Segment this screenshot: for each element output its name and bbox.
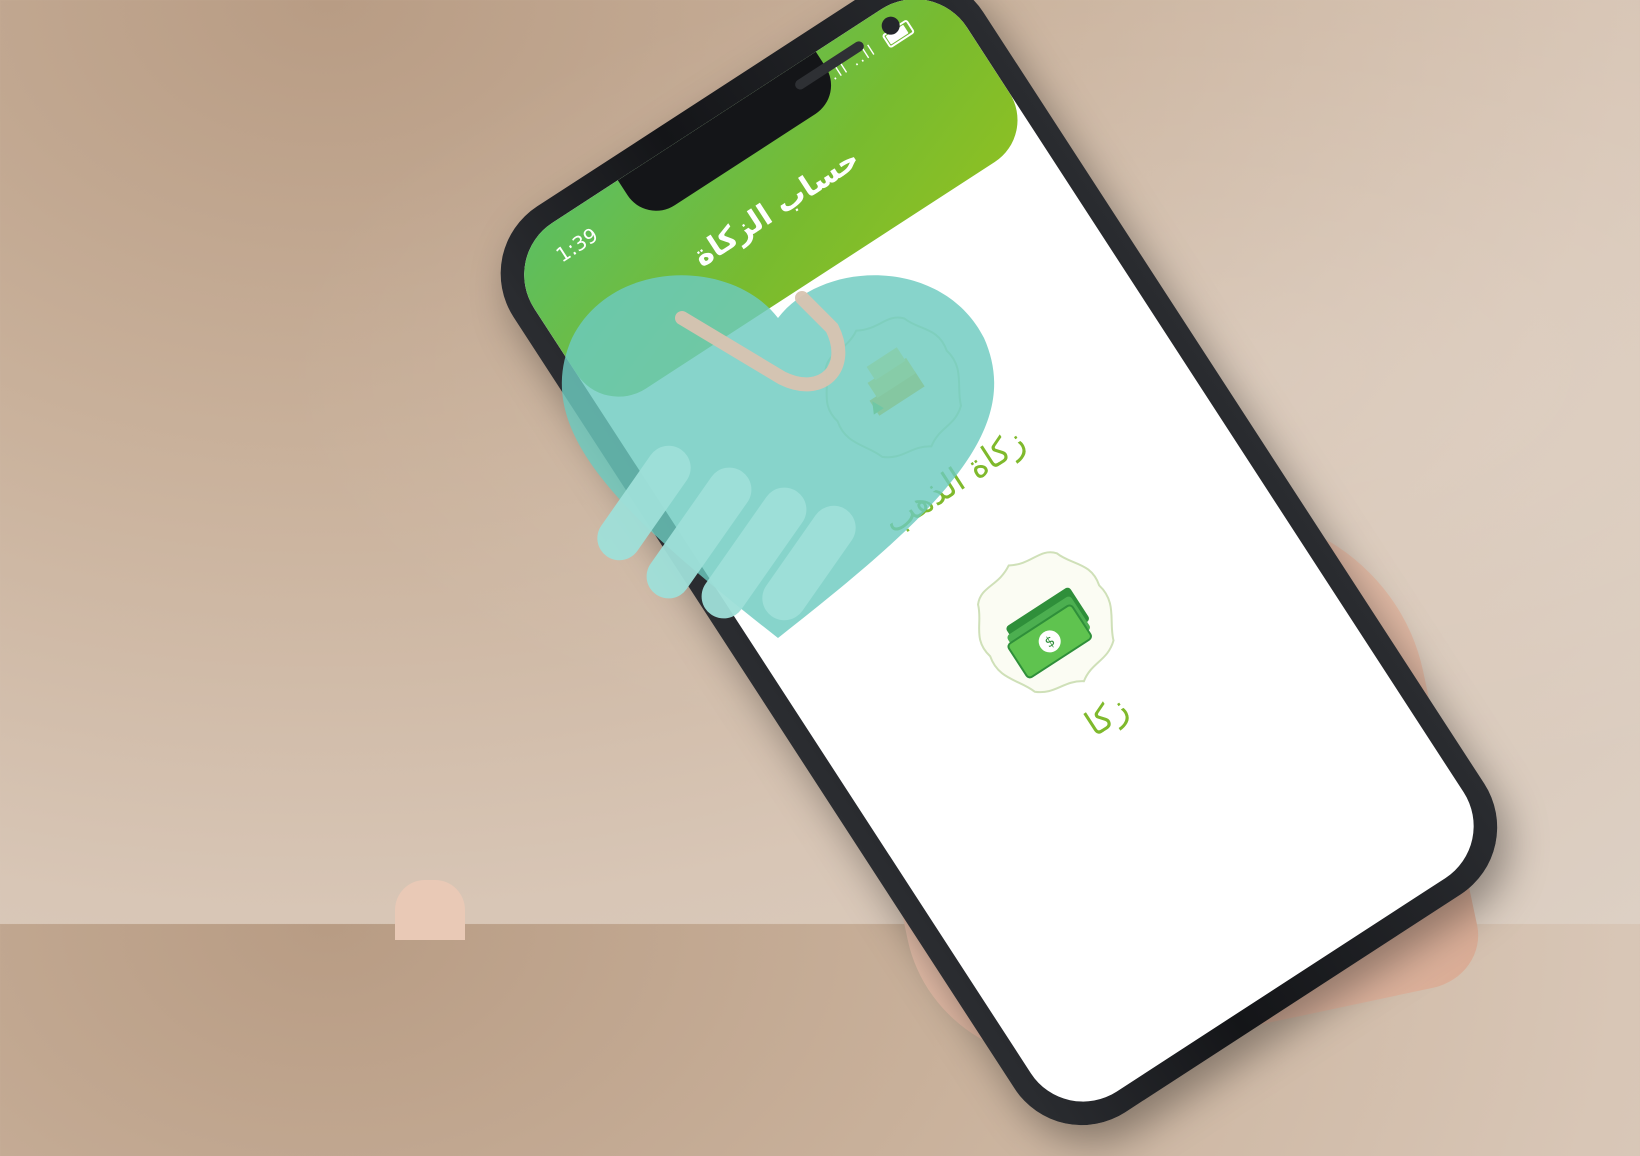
finger <box>395 880 465 940</box>
status-time: 1:39 <box>551 222 603 268</box>
